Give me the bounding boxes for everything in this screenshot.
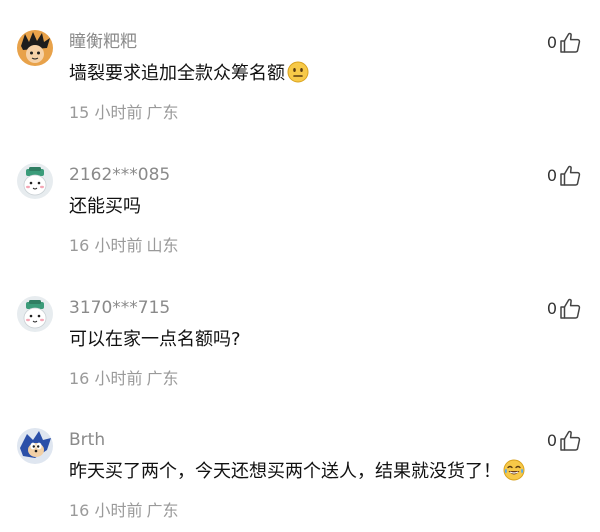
- username[interactable]: 瞳衡粑粑: [69, 31, 137, 53]
- comment-time: 16 小时前: [69, 501, 143, 520]
- comment-item: 3170***715 可以在家一点名额吗? 16 小时前 广东 0: [0, 266, 600, 398]
- comment-text: 还能买吗: [69, 194, 141, 220]
- avatar[interactable]: [17, 163, 53, 199]
- tears-of-joy-emoji-icon: [503, 459, 525, 489]
- comment-location: 广东: [146, 103, 179, 122]
- comment-meta: 16 小时前 山东: [69, 236, 178, 256]
- comment-time: 16 小时前: [69, 369, 143, 388]
- comment-text-body: 墙裂要求追加全款众筹名额: [69, 63, 285, 84]
- comment-meta: 16 小时前 广东: [69, 369, 178, 389]
- like-button[interactable]: 0: [547, 28, 582, 58]
- comment-item: 瞳衡粑粑 墙裂要求追加全款众筹名额 15 小时前 广东 0: [0, 0, 600, 132]
- comment-location: 山东: [146, 236, 179, 255]
- thumbs-up-icon: [558, 429, 582, 453]
- like-button[interactable]: 0: [547, 161, 582, 191]
- avatar[interactable]: [17, 30, 53, 66]
- default-mascot-avatar-icon: [17, 296, 53, 332]
- comment-text: 可以在家一点名额吗?: [69, 327, 241, 353]
- comment-meta: 16 小时前 广东: [69, 501, 178, 521]
- avatar[interactable]: [17, 296, 53, 332]
- username[interactable]: Brth: [69, 429, 105, 451]
- like-count: 0: [546, 299, 557, 318]
- comment-text: 昨天买了两个，今天还想买两个送人，结果就没货了！: [69, 459, 525, 489]
- thumbs-up-icon: [558, 31, 582, 55]
- comment-item: Brth 昨天买了两个，今天还想买两个送人，结果就没货了！ 16 小时前 广东 0: [0, 398, 600, 530]
- comment-text-body: 还能买吗: [69, 196, 141, 217]
- comment-location: 广东: [146, 501, 179, 520]
- username[interactable]: 2162***085: [69, 164, 170, 186]
- comment-location: 广东: [146, 369, 179, 388]
- like-count: 0: [546, 166, 557, 185]
- comment-text-body: 可以在家一点名额吗?: [69, 329, 241, 350]
- neutral-face-emoji-icon: [287, 61, 309, 91]
- thumbs-up-icon: [558, 297, 582, 321]
- comment-time: 16 小时前: [69, 236, 143, 255]
- like-count: 0: [546, 431, 557, 450]
- comment-text-body: 昨天买了两个，今天还想买两个送人，结果就没货了！: [69, 461, 501, 482]
- comment-item: 2162***085 还能买吗 16 小时前 山东 0: [0, 133, 600, 265]
- default-mascot-avatar-icon: [17, 163, 53, 199]
- comment-text: 墙裂要求追加全款众筹名额: [69, 61, 309, 91]
- like-button[interactable]: 0: [547, 426, 582, 456]
- avatar[interactable]: [17, 428, 53, 464]
- cartoon-boy-avatar-icon: [17, 30, 53, 66]
- username[interactable]: 3170***715: [69, 297, 170, 319]
- comment-time: 15 小时前: [69, 103, 143, 122]
- blue-hedgehog-avatar-icon: [17, 428, 53, 464]
- like-button[interactable]: 0: [547, 294, 582, 324]
- comment-meta: 15 小时前 广东: [69, 103, 178, 123]
- like-count: 0: [546, 33, 557, 52]
- thumbs-up-icon: [558, 164, 582, 188]
